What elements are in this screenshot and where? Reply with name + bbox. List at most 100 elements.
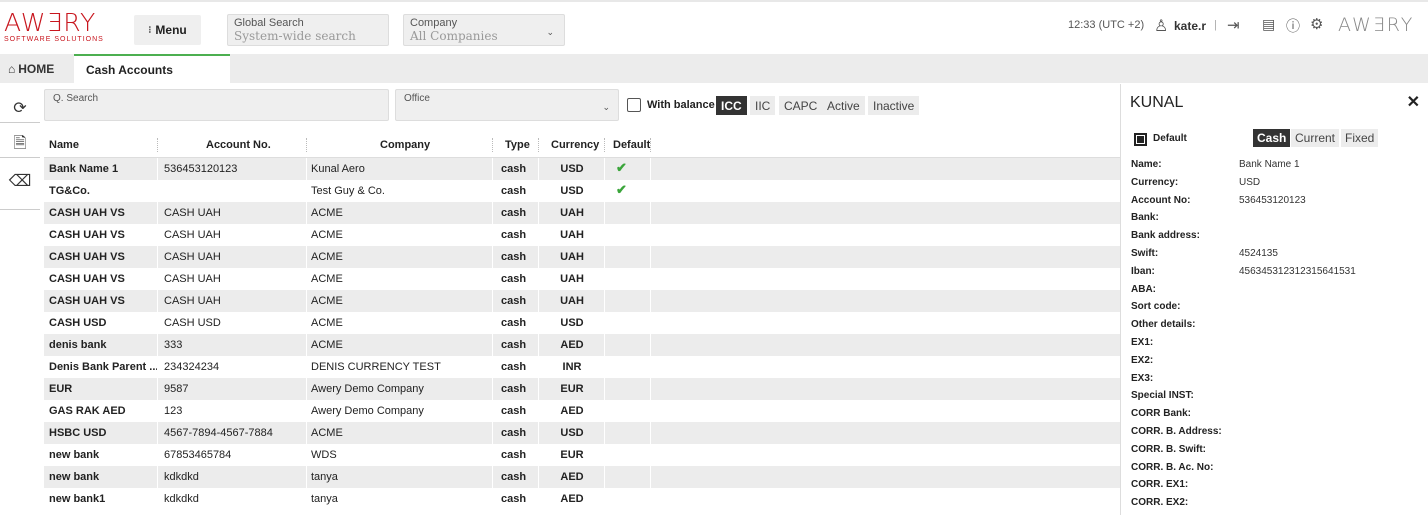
with-balance-checkbox[interactable] [627, 98, 641, 112]
col-divider [157, 422, 158, 444]
cell-company: WDS [311, 449, 337, 461]
logout-icon[interactable]: ⇥ [1227, 16, 1240, 34]
office-select[interactable]: Office ⌄ [395, 89, 619, 121]
col-company[interactable]: Company [380, 139, 430, 151]
document-icon[interactable]: 🗎 [8, 133, 32, 157]
col-divider [306, 444, 307, 466]
filter-tag-icc[interactable]: ICC [716, 96, 747, 115]
user-icon[interactable]: ♙ [1154, 16, 1168, 36]
col-divider [538, 246, 539, 268]
company-select[interactable]: Company All Companies ⌄ [403, 14, 565, 46]
tab-home[interactable]: ⌂ HOME [8, 54, 54, 83]
detail-field-label: Iban: [1131, 265, 1155, 277]
search-input[interactable]: Q. Search [44, 89, 389, 121]
filter-tag-active[interactable]: Active [822, 96, 865, 115]
cell-account: CASH UAH [164, 273, 221, 285]
segment-cash[interactable]: Cash [1253, 129, 1291, 147]
table-row[interactable]: TG&Co. Test Guy & Co. cash USD ✔ [44, 180, 1120, 202]
cell-name: new bank1 [49, 493, 106, 505]
cell-type: cash [501, 449, 527, 461]
filter-tag-inactive[interactable]: Inactive [868, 96, 920, 115]
col-divider [306, 246, 307, 268]
cell-name: EUR [49, 383, 73, 395]
info-icon[interactable]: ⓘ [1286, 16, 1300, 36]
global-search-placeholder: System-wide search [234, 29, 356, 43]
col-divider [157, 290, 158, 312]
cell-company: ACME [311, 427, 343, 439]
col-divider [157, 268, 158, 290]
col-type[interactable]: Type [505, 139, 530, 151]
cell-type: cash [501, 383, 527, 395]
col-currency[interactable]: Currency [551, 139, 599, 151]
table-row[interactable]: new bank kdkdkd tanya cash AED [44, 466, 1120, 488]
menu-button[interactable]: ⁝ Menu [134, 15, 201, 45]
cell-company: ACME [311, 339, 343, 351]
col-divider [538, 224, 539, 246]
awery-logo[interactable]: AWƎRY SOFTWARE SOLUTIONS [4, 10, 114, 50]
close-icon[interactable]: ✕ [1407, 92, 1420, 112]
cell-name: HSBC USD [49, 427, 107, 439]
table-row[interactable]: new bank1 kdkdkd tanya cash AED [44, 488, 1120, 510]
col-divider [492, 290, 493, 312]
table-header: Name Account No. Company Type Currency D… [44, 132, 1120, 158]
detail-field-label: CORR. B. Swift: [1131, 443, 1206, 455]
chat-icon[interactable]: ▤ [1262, 16, 1275, 33]
table-row[interactable]: denis bank 333 ACME cash AED [44, 334, 1120, 356]
cell-account: 536453120123 [164, 163, 238, 175]
gear-icon[interactable]: ⚙ [1310, 15, 1323, 33]
table-row[interactable]: CASH UAH VS CASH UAH ACME cash UAH [44, 202, 1120, 224]
col-divider [604, 180, 605, 202]
table-row[interactable]: CASH USD CASH USD ACME cash USD [44, 312, 1120, 334]
col-divider [157, 246, 158, 268]
refresh-icon[interactable]: ⟳ [8, 96, 32, 120]
cell-type: cash [501, 163, 527, 175]
table-row[interactable]: Bank Name 1 536453120123 Kunal Aero cash USD… [44, 158, 1120, 180]
cell-company: ACME [311, 273, 343, 285]
table-row[interactable]: Denis Bank Parent ... 234324234 DENIS CURR… [44, 356, 1120, 378]
col-divider [604, 138, 605, 152]
global-search-input[interactable]: Global Search System-wide search [227, 14, 389, 46]
detail-field-label: EX3: [1131, 372, 1154, 384]
col-default[interactable]: Default [613, 139, 650, 151]
table-row[interactable]: CASH UAH VS CASH UAH ACME cash UAH [44, 268, 1120, 290]
detail-field-label: CORR Bank: [1131, 408, 1192, 420]
col-divider [538, 268, 539, 290]
table-row[interactable]: CASH UAH VS CASH UAH ACME cash UAH [44, 246, 1120, 268]
col-divider [538, 202, 539, 224]
cell-currency: UAH [560, 251, 584, 263]
col-divider [650, 334, 651, 356]
brand-logo-right: AWƎRY [1338, 14, 1415, 36]
detail-field-label: ABA: [1131, 283, 1156, 295]
col-account[interactable]: Account No. [206, 139, 271, 151]
cell-currency: UAH [560, 295, 584, 307]
cell-name: new bank [49, 449, 100, 461]
filter-tag-capc[interactable]: CAPC [779, 96, 823, 115]
cell-currency: UAH [560, 273, 584, 285]
user-name[interactable]: kate.r [1174, 19, 1206, 33]
cell-currency: USD [560, 317, 584, 329]
table-row[interactable]: HSBC USD 4567-7894-4567-7884 ACME cash USD [44, 422, 1120, 444]
segment-current[interactable]: Current [1291, 129, 1340, 147]
segment-fixed[interactable]: Fixed [1341, 129, 1379, 147]
col-divider [538, 334, 539, 356]
detail-field-label: Bank: [1131, 212, 1159, 224]
cell-company: Test Guy & Co. [311, 185, 385, 197]
tab-cash-accounts[interactable]: Cash Accounts [74, 54, 230, 83]
table-row[interactable]: new bank 67853465784 WDS cash EUR [44, 444, 1120, 466]
col-divider [604, 422, 605, 444]
col-divider [492, 400, 493, 422]
eraser-icon[interactable]: ⌫ [8, 169, 32, 193]
col-divider [492, 378, 493, 400]
table-row[interactable]: EUR 9587 Awery Demo Company cash EUR [44, 378, 1120, 400]
table-row[interactable]: GAS RAK AED 123 Awery Demo Company cash AED [44, 400, 1120, 422]
col-divider [306, 488, 307, 510]
top-header: AWƎRY SOFTWARE SOLUTIONS ⁝ Menu Global S… [0, 0, 1428, 54]
filter-tag-iic[interactable]: IIC [750, 96, 776, 115]
col-divider [306, 158, 307, 180]
cell-account: CASH UAH [164, 295, 221, 307]
table-row[interactable]: CASH UAH VS CASH UAH ACME cash UAH [44, 290, 1120, 312]
table-row[interactable]: CASH UAH VS CASH UAH ACME cash UAH [44, 224, 1120, 246]
col-divider [492, 356, 493, 378]
default-checkbox[interactable] [1134, 133, 1147, 146]
col-name[interactable]: Name [49, 139, 79, 151]
